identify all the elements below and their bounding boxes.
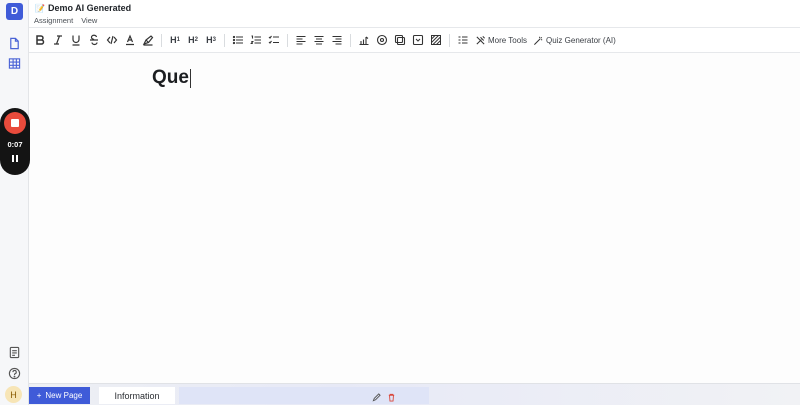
plus-icon: + (36, 391, 42, 400)
pause-recording-button[interactable] (12, 155, 18, 162)
strikethrough-icon[interactable] (85, 31, 103, 49)
format-icon[interactable] (454, 31, 472, 49)
help-icon[interactable] (7, 366, 21, 380)
trash-icon[interactable] (387, 393, 396, 402)
notes-icon[interactable] (7, 345, 21, 359)
app-root: D H 📝 Demo AI Generated Assignment View (0, 0, 800, 405)
document-title[interactable]: Demo AI Generated (48, 3, 131, 13)
align-right-icon[interactable] (328, 31, 346, 49)
toolbar-divider (224, 33, 225, 47)
left-rail: D H (0, 0, 29, 405)
checklist-icon[interactable] (265, 31, 283, 49)
stop-icon (11, 119, 19, 127)
recording-timer: 0:07 (7, 140, 23, 149)
toolbar-divider (350, 33, 351, 47)
bullet-list-icon[interactable] (229, 31, 247, 49)
bold-icon[interactable] (31, 31, 49, 49)
align-center-icon[interactable] (310, 31, 328, 49)
page-tab-strip (179, 387, 429, 404)
italic-icon[interactable] (49, 31, 67, 49)
pause-icon (12, 155, 14, 162)
stop-recording-button[interactable] (4, 112, 26, 134)
editor-canvas[interactable]: Que (29, 53, 800, 383)
highlight-icon[interactable] (139, 31, 157, 49)
page-tab-information[interactable]: Information (99, 387, 175, 404)
user-avatar[interactable]: H (5, 386, 22, 403)
quiz-generator-button[interactable]: Quiz Generator (AI) (530, 35, 619, 46)
heading-1-button[interactable]: H1 (166, 31, 184, 49)
tools-icon (476, 35, 485, 45)
heading-2-button[interactable]: H2 (184, 31, 202, 49)
workspace-badge[interactable]: D (6, 3, 23, 20)
formatting-toolbar: H1 H2 H3 More Tools Quiz Generator (AI) (29, 28, 800, 53)
code-icon[interactable] (103, 31, 121, 49)
screen-recorder-widget: 0:07 (0, 108, 30, 175)
copy-icon[interactable] (391, 31, 409, 49)
heading-block[interactable]: Que (152, 67, 191, 89)
align-left-icon[interactable] (292, 31, 310, 49)
new-page-button[interactable]: + New Page (29, 387, 90, 404)
document-title-row: 📝 Demo AI Generated (35, 3, 131, 13)
document-header: 📝 Demo AI Generated Assignment View (29, 0, 800, 28)
toolbar-divider (449, 33, 450, 47)
memo-icon: 📝 (35, 3, 45, 13)
text-cursor (189, 68, 191, 88)
toolbar-divider (161, 33, 162, 47)
more-tools-button[interactable]: More Tools (472, 35, 530, 46)
target-icon[interactable] (373, 31, 391, 49)
magic-wand-icon (534, 36, 543, 45)
table-icon[interactable] (7, 56, 21, 70)
toolbar-divider (287, 33, 288, 47)
menu-view[interactable]: View (81, 16, 97, 25)
text-color-icon[interactable] (121, 31, 139, 49)
chart-icon[interactable] (355, 31, 373, 49)
numbered-list-icon[interactable] (247, 31, 265, 49)
dropdown-box-icon[interactable] (409, 31, 427, 49)
heading-3-button[interactable]: H3 (202, 31, 220, 49)
pattern-icon[interactable] (427, 31, 445, 49)
page-tabs-bar: + New Page Information (29, 383, 800, 405)
edit-icon[interactable] (372, 393, 381, 402)
document-menu-bar: Assignment View (34, 16, 97, 25)
heading-text: Que (152, 67, 189, 88)
underline-icon[interactable] (67, 31, 85, 49)
menu-assignment[interactable]: Assignment (34, 16, 73, 25)
document-icon[interactable] (7, 36, 21, 50)
